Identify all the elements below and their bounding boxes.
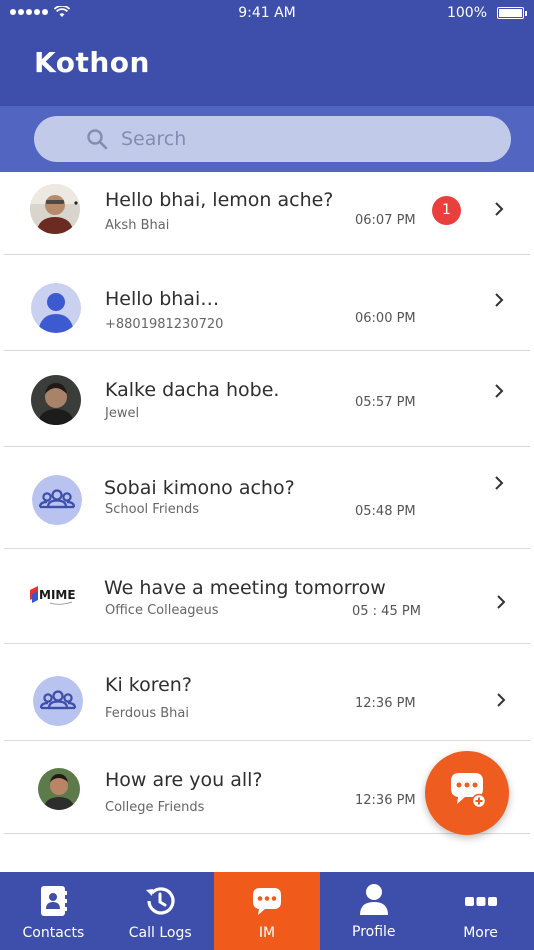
chat-subtitle: School Friends [105, 502, 200, 517]
tab-bar: Contacts Call Logs IM Profile More [0, 872, 534, 950]
mime-logo: MIME [28, 570, 86, 620]
battery-percent: 100% [446, 5, 487, 21]
search-box[interactable] [34, 116, 511, 162]
chat-time: 05 : 45 PM [352, 604, 421, 619]
chat-title: We have a meeting tomorrow [104, 577, 386, 599]
chat-subtitle: Office Colleageus [105, 603, 219, 618]
chat-time: 06:00 PM [355, 311, 416, 326]
group-icon [33, 676, 83, 726]
chat-row[interactable]: Ki koren? Ferdous Bhai 12:36 PM [4, 644, 530, 741]
profile-icon [359, 884, 388, 915]
status-right: 100% [446, 5, 527, 21]
search-icon [87, 129, 108, 150]
mime-logo-text: MIME [39, 588, 76, 602]
search-bar [0, 106, 534, 172]
chat-time: 05:48 PM [355, 504, 416, 519]
new-chat-icon [451, 773, 487, 809]
chat-title: How are you all? [105, 769, 263, 791]
chat-time: 05:57 PM [355, 395, 416, 410]
avatar [31, 375, 81, 425]
avatar [30, 184, 80, 234]
chat-title: Kalke dacha hobe. [105, 379, 280, 401]
chevron-right-icon [495, 384, 504, 398]
chat-time: 06:07 PM [355, 213, 416, 228]
chat-row[interactable]: Kalke dacha hobe. Jewel 05:57 PM [4, 351, 530, 447]
tab-profile[interactable]: Profile [320, 872, 427, 950]
chat-row[interactable]: Hello bhai, lemon ache? Aksh Bhai 06:07 … [4, 172, 530, 255]
person-icon [31, 283, 81, 333]
chat-time: 12:36 PM [355, 793, 416, 808]
tab-label: Contacts [22, 925, 85, 941]
new-chat-button[interactable] [425, 751, 509, 835]
app-title: Kothon [34, 46, 150, 79]
chat-subtitle: Ferdous Bhai [105, 706, 189, 721]
tab-call-logs[interactable]: Call Logs [107, 872, 214, 950]
chevron-right-icon [497, 693, 506, 707]
tab-im[interactable]: IM [213, 872, 321, 950]
more-icon [464, 897, 497, 906]
contacts-icon [41, 886, 68, 916]
chat-subtitle: Aksh Bhai [105, 218, 170, 233]
search-input[interactable] [121, 116, 481, 162]
group-icon [32, 475, 82, 525]
chevron-right-icon [495, 293, 504, 307]
chat-row[interactable]: Sobai kimono acho? School Friends 05:48 … [4, 447, 530, 549]
chat-title: Hello bhai, lemon ache? [105, 189, 334, 211]
chat-subtitle: +8801981230720 [105, 317, 224, 332]
tab-contacts[interactable]: Contacts [0, 872, 107, 950]
tab-label: IM [258, 925, 276, 941]
tab-label: More [463, 925, 498, 941]
chevron-right-icon [495, 202, 504, 216]
tab-more[interactable]: More [427, 872, 534, 950]
app-header: Kothon [0, 28, 534, 106]
chat-subtitle: Jewel [105, 406, 140, 421]
chat-title: Ki koren? [105, 674, 192, 696]
chat-icon [252, 888, 281, 915]
call-logs-icon [146, 887, 175, 915]
tab-label: Call Logs [128, 925, 192, 941]
status-bar: 9:41 AM 100% [0, 0, 534, 28]
tab-label: Profile [352, 924, 396, 940]
chat-title: Sobai kimono acho? [104, 477, 295, 499]
chat-row[interactable]: MIME We have a meeting tomorrow Office C… [4, 549, 530, 644]
chat-subtitle: College Friends [105, 800, 205, 815]
chat-time: 12:36 PM [355, 696, 416, 711]
chat-title: Hello bhai… [105, 288, 220, 310]
chevron-right-icon [495, 476, 504, 490]
unread-badge: 1 [432, 196, 461, 225]
chevron-right-icon [497, 595, 506, 609]
chat-row[interactable]: Hello bhai… +8801981230720 06:00 PM [4, 255, 530, 351]
battery-icon [497, 7, 527, 19]
avatar [38, 768, 80, 810]
